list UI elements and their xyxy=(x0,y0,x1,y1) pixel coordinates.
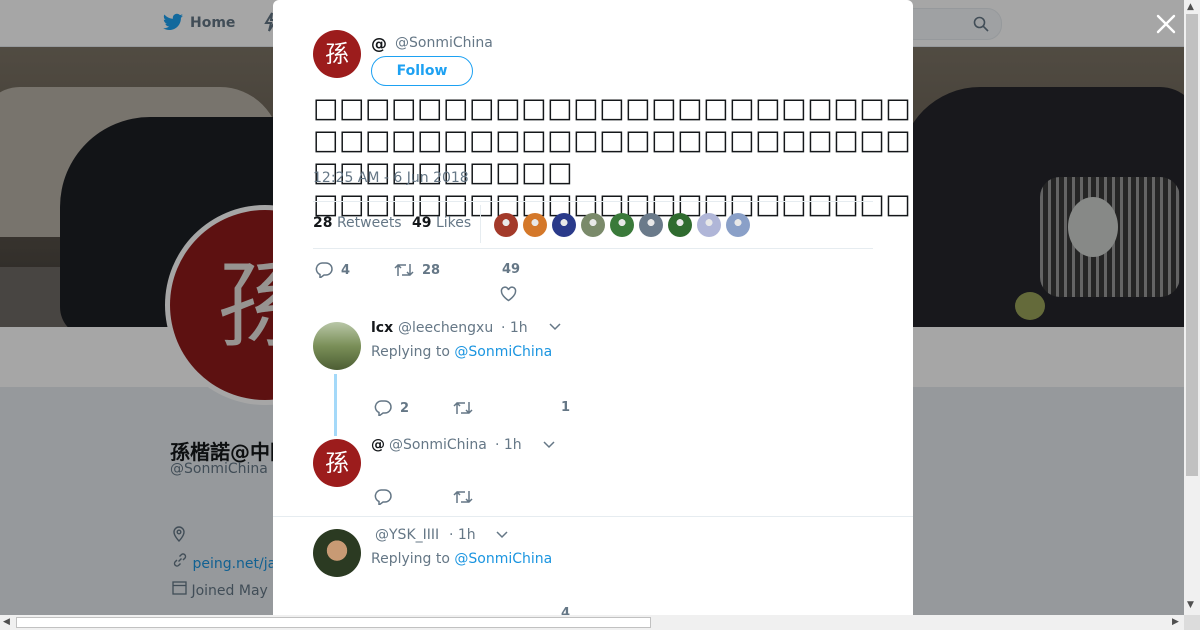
like-action[interactable]: 1 xyxy=(561,400,570,415)
retweets-count: 28 xyxy=(313,215,333,231)
chevron-down-icon[interactable] xyxy=(543,441,555,449)
liker-avatar[interactable] xyxy=(552,213,576,237)
replying-to: Replying to @SonmiChina xyxy=(371,551,552,567)
scrollbar-corner xyxy=(1184,615,1200,630)
retweet-action[interactable] xyxy=(453,400,473,416)
reply-time[interactable]: · 1h xyxy=(495,437,522,453)
reply-author-handle[interactable]: @SonmiChina xyxy=(389,437,487,453)
horizontal-scroll-thumb[interactable] xyxy=(16,617,651,628)
heart-icon[interactable] xyxy=(500,286,517,302)
scroll-down-arrow-icon[interactable]: ▼ xyxy=(1187,600,1194,610)
reply-time[interactable]: · 1h xyxy=(501,320,528,336)
retweet-action[interactable] xyxy=(453,489,473,505)
liker-avatar[interactable] xyxy=(639,213,663,237)
liker-avatar[interactable] xyxy=(581,213,605,237)
liker-avatar[interactable] xyxy=(610,213,634,237)
liker-avatar[interactable] xyxy=(697,213,721,237)
reply-author-handle[interactable]: @YSK_IIII xyxy=(375,527,439,543)
reply-avatar[interactable] xyxy=(313,529,361,577)
stats-divider-bottom xyxy=(313,248,873,249)
reply-author-name[interactable]: lcx xyxy=(371,320,393,336)
liker-avatar[interactable] xyxy=(668,213,692,237)
replying-prefix: Replying to xyxy=(371,344,450,360)
scroll-up-arrow-icon[interactable]: ▲ xyxy=(1187,2,1194,12)
reply-count: 4 xyxy=(341,262,351,278)
retweets-label: Retweets xyxy=(336,215,402,231)
retweet-icon xyxy=(394,263,414,277)
replying-prefix: Replying to xyxy=(371,551,450,567)
reply-count: 2 xyxy=(400,400,410,416)
likes-count: 49 xyxy=(412,215,432,231)
retweet-icon xyxy=(453,401,473,415)
reply-avatar[interactable] xyxy=(313,322,361,370)
chevron-down-icon[interactable] xyxy=(496,531,508,539)
retweets-stat[interactable]: 28 Retweets xyxy=(313,215,402,231)
reply-icon xyxy=(374,400,392,416)
reply-icon xyxy=(315,262,333,278)
reply-time[interactable]: · 1h xyxy=(449,527,476,543)
reply-avatar[interactable]: 孫 xyxy=(313,439,361,487)
liker-avatar[interactable] xyxy=(494,213,518,237)
reply-action[interactable] xyxy=(374,489,392,505)
like-action[interactable]: 4 xyxy=(561,606,570,615)
stats-divider-top xyxy=(313,201,873,202)
chevron-down-icon[interactable] xyxy=(549,323,561,331)
tweet-author-name[interactable]: @ xyxy=(371,34,387,53)
likes-label: Likes xyxy=(435,215,472,231)
reply-icon xyxy=(374,489,392,505)
reply-author-name[interactable]: @ xyxy=(371,437,385,453)
like-count: 1 xyxy=(561,400,571,415)
reply-action[interactable]: 2 xyxy=(374,400,409,416)
scroll-right-arrow-icon[interactable]: ▶ xyxy=(1172,617,1179,627)
scroll-left-arrow-icon[interactable]: ◀ xyxy=(3,617,10,627)
vertical-scroll-thumb[interactable] xyxy=(1186,14,1198,476)
replying-to: Replying to @SonmiChina xyxy=(371,344,552,360)
retweet-count: 28 xyxy=(422,262,441,278)
tweet-permalink-modal: 孫 @ @SonmiChina Follow □□□□□□□□□□□□□□□□□… xyxy=(273,0,913,615)
reply-separator xyxy=(273,516,913,517)
liker-avatar[interactable] xyxy=(523,213,547,237)
replying-to-link[interactable]: @SonmiChina xyxy=(454,551,552,567)
reply-action[interactable]: 4 xyxy=(315,262,350,278)
reply-author-handle[interactable]: @leechengxu xyxy=(398,320,493,336)
retweet-action[interactable]: 28 xyxy=(394,262,440,278)
vertical-scrollbar[interactable]: ▲ ▼ xyxy=(1184,0,1200,615)
follow-button[interactable]: Follow xyxy=(371,56,473,86)
horizontal-scrollbar[interactable]: ◀ ▶ xyxy=(0,615,1184,630)
liker-avatar[interactable] xyxy=(726,213,750,237)
thread-connector xyxy=(334,374,337,436)
tweet-timestamp[interactable]: 12:25 AM - 6 Jun 2018 xyxy=(313,170,469,186)
like-count-label: 49 xyxy=(502,262,520,277)
tweet-author-avatar[interactable]: 孫 xyxy=(313,30,361,78)
like-count: 4 xyxy=(561,606,571,615)
stats-vertical-divider xyxy=(480,205,481,243)
likes-stat[interactable]: 49 Likes xyxy=(412,215,471,231)
tweet-author-handle[interactable]: @SonmiChina xyxy=(395,35,493,51)
replying-to-link[interactable]: @SonmiChina xyxy=(454,344,552,360)
close-icon[interactable] xyxy=(1154,12,1178,36)
retweet-icon xyxy=(453,490,473,504)
like-count: 49 xyxy=(502,262,521,277)
